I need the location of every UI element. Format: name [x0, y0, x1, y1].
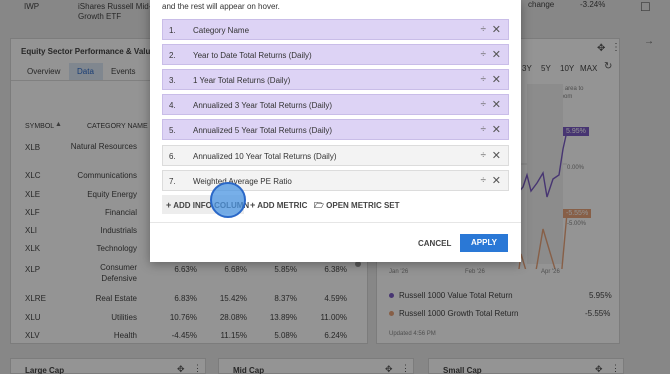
remove-icon[interactable]: ✕ [492, 123, 501, 136]
modal-header-text: and the rest will appear on hover. [162, 2, 280, 11]
metric-label: Annualized 10 Year Total Returns (Daily) [193, 152, 337, 161]
remove-icon[interactable]: ✕ [492, 98, 501, 111]
open-metric-set-button[interactable]: 🗁 OPEN METRIC SET [314, 200, 400, 214]
remove-icon[interactable]: ✕ [492, 174, 501, 187]
metric-label: Weighted Average PE Ratio [193, 177, 292, 186]
metrics-modal: and the rest will appear on hover. 1. Ca… [150, 0, 521, 262]
metric-number: 7. [169, 177, 176, 186]
remove-icon[interactable]: ✕ [492, 149, 501, 162]
metric-row[interactable]: 6. Annualized 10 Year Total Returns (Dai… [162, 145, 509, 166]
metric-row[interactable]: 5. Annualized 5 Year Total Returns (Dail… [162, 119, 509, 140]
drag-handle-icon[interactable]: ÷ [481, 74, 487, 85]
metric-label: Annualized 3 Year Total Returns (Daily) [193, 101, 333, 110]
plus-icon: + [166, 200, 172, 210]
plus-icon: + [250, 200, 256, 210]
metric-row[interactable]: 2. Year to Date Total Returns (Daily) ÷ … [162, 44, 509, 65]
metric-row[interactable]: 4. Annualized 3 Year Total Returns (Dail… [162, 94, 509, 115]
metric-label: Year to Date Total Returns (Daily) [193, 51, 312, 60]
add-metric-button[interactable]: + ADD METRIC [250, 200, 307, 210]
drag-handle-icon[interactable]: ÷ [481, 24, 487, 35]
click-indicator [210, 182, 246, 218]
modal-divider [150, 222, 521, 223]
metric-row[interactable]: 3. 1 Year Total Returns (Daily) ÷ ✕ [162, 69, 509, 90]
metric-label: 1 Year Total Returns (Daily) [193, 76, 291, 85]
metric-number: 3. [169, 76, 176, 85]
metric-number: 1. [169, 26, 176, 35]
drag-handle-icon[interactable]: ÷ [481, 124, 487, 135]
drag-handle-icon[interactable]: ÷ [481, 99, 487, 110]
metric-row[interactable]: 1. Category Name ÷ ✕ [162, 19, 509, 40]
apply-button[interactable]: APPLY [460, 234, 508, 252]
add-metric-label: ADD METRIC [257, 201, 308, 210]
open-metric-set-label: OPEN METRIC SET [326, 201, 400, 210]
metric-label: Category Name [193, 26, 250, 35]
metric-number: 6. [169, 152, 176, 161]
drag-handle-icon[interactable]: ÷ [481, 49, 487, 60]
remove-icon[interactable]: ✕ [492, 48, 501, 61]
metric-number: 5. [169, 126, 176, 135]
metric-number: 2. [169, 51, 176, 60]
folder-icon: 🗁 [314, 201, 324, 210]
metric-number: 4. [169, 101, 176, 110]
metric-label: Annualized 5 Year Total Returns (Daily) [193, 126, 333, 135]
remove-icon[interactable]: ✕ [492, 73, 501, 86]
cancel-button[interactable]: CANCEL [418, 239, 451, 248]
drag-handle-icon[interactable]: ÷ [481, 150, 487, 161]
remove-icon[interactable]: ✕ [492, 23, 501, 36]
drag-handle-icon[interactable]: ÷ [481, 175, 487, 186]
